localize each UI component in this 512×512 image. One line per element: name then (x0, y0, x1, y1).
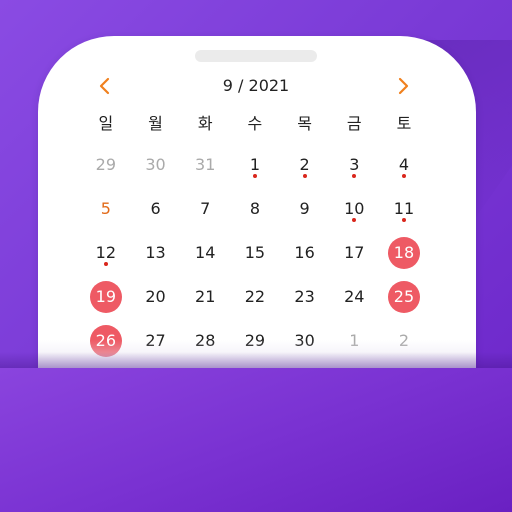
event-dot (401, 218, 406, 222)
day-cell[interactable]: 23 (280, 275, 330, 319)
month-title: 9 / 2021 (222, 76, 290, 95)
day-cell[interactable]: 7 (180, 187, 230, 231)
day-number: 19 (95, 287, 117, 306)
chevron-left-svg (99, 77, 110, 95)
weekday-sat: 토 (396, 114, 412, 133)
day-cell[interactable]: 2 (280, 143, 330, 187)
day-number: 11 (393, 199, 415, 218)
day-cell[interactable]: 11 (379, 187, 429, 231)
day-cell[interactable]: 31 (180, 143, 230, 187)
day-number: 8 (249, 199, 260, 218)
weekday-wed: 수 (247, 114, 263, 133)
day-number: 10 (344, 199, 365, 218)
day-number: 31 (195, 155, 216, 174)
day-number: 23 (294, 287, 315, 306)
day-number: 7 (200, 199, 211, 218)
event-dot (352, 174, 357, 178)
day-number: 20 (145, 287, 166, 306)
chevron-left-icon[interactable] (96, 72, 112, 100)
calendar-grid: 29 30 31 1 2 3 4 5 6 7 8 9 10 11 12 13 14 15 16 17 18 19 20 21 2… (81, 143, 429, 363)
day-cell[interactable]: 15 (230, 231, 280, 275)
event-dot (401, 174, 406, 178)
day-number: 21 (195, 287, 216, 306)
day-cell[interactable]: 5 (81, 187, 131, 231)
chevron-right-svg (398, 77, 409, 95)
day-number: 13 (145, 243, 166, 262)
weekday-header: 일 월 화 수 목 금 토 (81, 112, 429, 136)
day-cell[interactable]: 18 (379, 231, 429, 275)
day-cell[interactable]: 19 (81, 275, 131, 319)
day-cell[interactable]: 22 (230, 275, 280, 319)
day-number: 5 (100, 199, 111, 218)
event-dot (103, 262, 108, 266)
day-number: 1 (249, 155, 260, 174)
weekday-thu: 목 (297, 114, 312, 133)
day-cell[interactable]: 21 (180, 275, 230, 319)
day-cell[interactable]: 10 (329, 187, 379, 231)
day-number: 6 (150, 199, 161, 218)
chevron-right-icon[interactable] (396, 72, 412, 100)
day-number: 3 (349, 155, 360, 174)
weekday-fri: 금 (346, 114, 362, 133)
day-cell[interactable]: 9 (280, 187, 330, 231)
day-cell[interactable]: 13 (131, 231, 181, 275)
day-number: 2 (299, 155, 310, 174)
day-number: 30 (145, 155, 166, 174)
day-cell[interactable]: 16 (280, 231, 330, 275)
day-number: 24 (344, 287, 365, 306)
day-cell[interactable]: 20 (131, 275, 181, 319)
day-number: 14 (195, 243, 216, 262)
weekday-sun: 일 (98, 114, 114, 133)
card-handle[interactable] (195, 50, 317, 62)
day-cell[interactable]: 4 (379, 143, 429, 187)
day-cell[interactable]: 3 (329, 143, 379, 187)
day-number: 29 (95, 155, 117, 174)
event-dot (252, 174, 257, 178)
weekday-tue: 화 (197, 114, 213, 133)
day-cell[interactable]: 8 (230, 187, 280, 231)
day-cell[interactable]: 14 (180, 231, 230, 275)
day-cell[interactable]: 30 (131, 143, 181, 187)
day-cell[interactable]: 6 (131, 187, 181, 231)
event-dot (352, 218, 357, 222)
day-cell[interactable]: 1 (230, 143, 280, 187)
day-number: 12 (95, 243, 117, 262)
day-cell[interactable]: 12 (81, 231, 131, 275)
day-number: 16 (294, 243, 315, 262)
pocket (0, 368, 512, 512)
day-cell[interactable]: 29 (81, 143, 131, 187)
weekday-mon: 월 (148, 114, 163, 133)
day-number: 4 (398, 155, 410, 174)
day-number: 9 (299, 199, 310, 218)
day-number: 17 (344, 243, 365, 262)
event-dot (302, 174, 307, 178)
day-number: 25 (393, 287, 415, 306)
day-cell[interactable]: 17 (329, 231, 379, 275)
day-cell[interactable]: 24 (329, 275, 379, 319)
day-number: 15 (244, 243, 266, 262)
day-number: 22 (244, 287, 266, 306)
day-cell[interactable]: 25 (379, 275, 429, 319)
day-number: 18 (393, 243, 415, 262)
